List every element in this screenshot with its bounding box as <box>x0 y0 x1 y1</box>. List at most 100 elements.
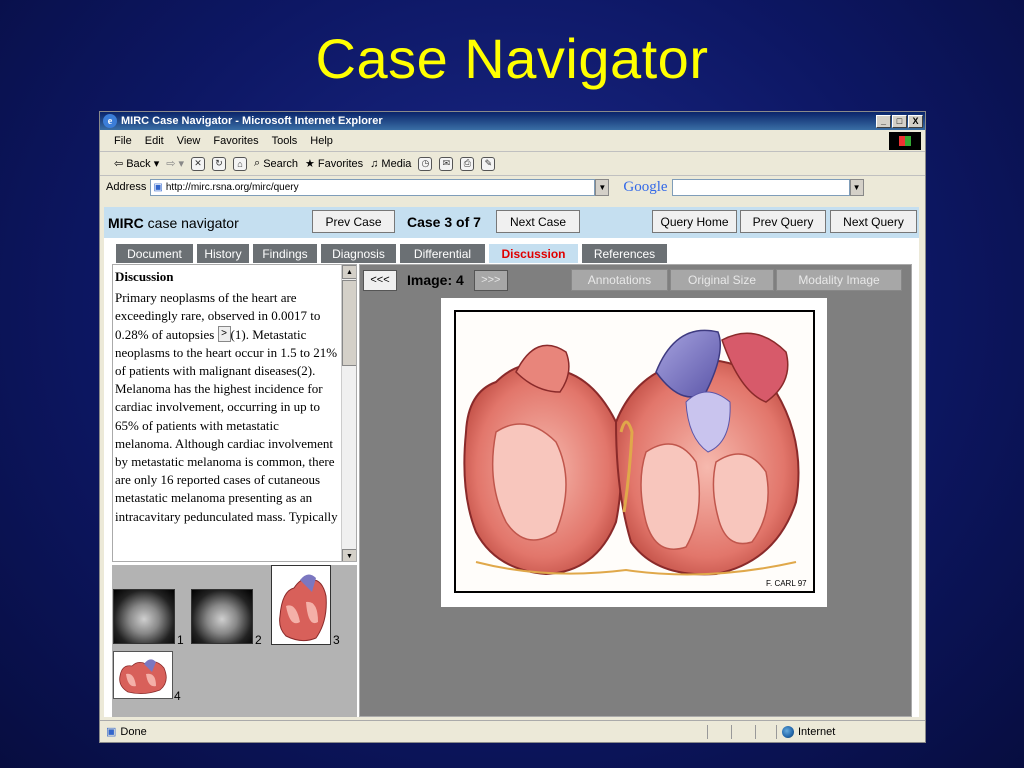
favorites-icon: ★ <box>305 158 315 170</box>
search-button[interactable]: ⌕ Search <box>254 157 298 170</box>
toolbar: ⇦ Back ▾ ⇨ ▾ ✕ ↻ ⌂ ⌕ Search ★ Favorites ♫ Med… <box>100 152 925 176</box>
mirc-logo: MIRC case navigator <box>108 214 239 231</box>
next-case-button[interactable]: Next Case <box>496 210 580 233</box>
heart-illustration-icon: F. CARL 97 <box>463 329 807 588</box>
search-icon: ⌕ <box>254 157 261 169</box>
page-content: MIRC case navigator Prev Case Case 3 of … <box>104 207 919 717</box>
discussion-body-b: (1). Metastatic neoplasms to the heart o… <box>115 326 338 524</box>
thumbnail-2[interactable] <box>191 589 253 644</box>
tab-diagnosis[interactable]: Diagnosis <box>321 244 396 263</box>
window-controls: _ □ X <box>876 114 925 128</box>
next-query-button[interactable]: Next Query <box>830 210 917 233</box>
artist-signature: F. CARL 97 <box>766 579 807 588</box>
dropdown-arrow-icon: ▾ <box>153 158 160 170</box>
reference-link-button[interactable]: > <box>217 325 231 342</box>
heart-thumbnail-icon <box>119 659 167 694</box>
thumbnail-2-number: 2 <box>255 633 262 647</box>
status-text: Done <box>120 725 147 738</box>
prev-case-button[interactable]: Prev Case <box>312 210 395 233</box>
menu-bar: File Edit View Favorites Tools Help <box>100 130 925 152</box>
thumbnail-1[interactable] <box>113 589 175 644</box>
scroll-up-icon[interactable]: ▲ <box>342 265 356 279</box>
page-done-icon: ▣ <box>106 726 117 738</box>
thumbnail-4-number: 4 <box>174 689 181 703</box>
slide-title: Case Navigator <box>315 27 709 90</box>
back-button[interactable]: ⇦ Back ▾ <box>114 157 160 171</box>
google-search-input[interactable] <box>671 178 850 196</box>
status-divider <box>731 725 732 739</box>
thumbnail-4[interactable] <box>113 651 173 699</box>
menu-help[interactable]: Help <box>310 135 333 147</box>
query-home-button[interactable]: Query Home <box>652 210 737 233</box>
address-bar: Address ▣ http://mirc.rsna.org/mirc/query… <box>100 176 925 198</box>
prev-image-button[interactable]: <<< <box>363 269 397 291</box>
zone-label: Internet <box>798 725 836 738</box>
security-zone: Internet <box>782 725 836 738</box>
status-bar: ▣ Done Internet <box>100 720 925 742</box>
minimize-button[interactable]: _ <box>876 114 891 128</box>
menu-edit[interactable]: Edit <box>145 135 164 147</box>
original-size-button[interactable]: Original Size <box>670 269 774 291</box>
window-title: MIRC Case Navigator - Microsoft Internet… <box>121 115 383 127</box>
menu-favorites[interactable]: Favorites <box>213 135 258 147</box>
tab-differential[interactable]: Differential <box>400 244 485 263</box>
status-divider <box>755 725 756 739</box>
address-dropdown-button[interactable]: ▼ <box>595 178 610 196</box>
title-bar: e MIRC Case Navigator - Microsoft Intern… <box>100 112 925 130</box>
tab-history[interactable]: History <box>197 244 249 263</box>
ie-icon: e <box>103 114 117 128</box>
scroll-thumb[interactable] <box>342 280 356 366</box>
favorites-button[interactable]: ★ Favorites <box>305 157 363 171</box>
scroll-down-icon[interactable]: ▼ <box>342 549 356 561</box>
browser-window: e MIRC Case Navigator - Microsoft Intern… <box>99 111 926 743</box>
mail-icon[interactable]: ✉ <box>439 156 454 171</box>
tab-document[interactable]: Document <box>116 244 193 263</box>
google-logo: Google <box>623 178 668 195</box>
windows-logo-icon <box>889 132 921 150</box>
discussion-panel: Discussion Primary neoplasms of the hear… <box>112 264 357 562</box>
heart-thumbnail-icon <box>279 574 327 642</box>
status-divider <box>707 725 708 739</box>
forward-icon[interactable]: ⇨ ▾ <box>166 157 184 170</box>
edit-icon[interactable]: ✎ <box>481 156 496 171</box>
menu-file[interactable]: File <box>114 135 132 147</box>
media-button[interactable]: ♫ Media <box>370 158 411 170</box>
history-icon[interactable]: ◷ <box>418 156 433 171</box>
annotations-button[interactable]: Annotations <box>571 269 668 291</box>
next-image-button[interactable]: >>> <box>473 269 508 291</box>
back-arrow-icon: ⇦ <box>114 158 124 170</box>
maximize-button[interactable]: □ <box>892 114 907 128</box>
thumbnail-3[interactable] <box>271 565 331 645</box>
image-viewer: <<< Image: 4 >>> Annotations Original Si… <box>359 264 912 717</box>
stop-icon[interactable]: ✕ <box>191 156 206 171</box>
menu-view[interactable]: View <box>177 135 201 147</box>
tab-discussion[interactable]: Discussion <box>489 244 578 263</box>
discussion-heading: Discussion <box>115 269 174 284</box>
address-input[interactable]: ▣ http://mirc.rsna.org/mirc/query <box>150 178 596 196</box>
thumbnail-3-number: 3 <box>333 633 340 647</box>
tab-findings[interactable]: Findings <box>253 244 317 263</box>
thumbnail-1-number: 1 <box>177 633 184 647</box>
tab-references[interactable]: References <box>582 244 667 263</box>
modality-image-button[interactable]: Modality Image <box>776 269 902 291</box>
home-icon[interactable]: ⌂ <box>233 156 248 171</box>
globe-icon <box>782 725 794 738</box>
tab-bar: Document History Findings Diagnosis Diff… <box>116 244 667 263</box>
image-label: Image: 4 <box>407 272 464 288</box>
main-image: F. CARL 97 <box>441 298 827 607</box>
mirc-header: MIRC case navigator Prev Case Case 3 of … <box>104 207 919 238</box>
prev-query-button[interactable]: Prev Query <box>740 210 826 233</box>
menu-tools[interactable]: Tools <box>272 135 298 147</box>
discussion-text: Discussion Primary neoplasms of the hear… <box>113 265 356 526</box>
discussion-scrollbar[interactable]: ▲ ▼ <box>341 265 356 561</box>
google-dropdown-button[interactable]: ▼ <box>849 178 864 196</box>
case-counter: Case 3 of 7 <box>407 214 481 230</box>
heart-illustration: F. CARL 97 <box>454 310 815 593</box>
media-icon: ♫ <box>370 157 379 170</box>
thumbnail-panel: 1 2 3 4 <box>112 565 357 717</box>
print-icon[interactable]: ⎙ <box>460 156 475 171</box>
viewer-toolbar: <<< Image: 4 >>> Annotations Original Si… <box>363 269 903 291</box>
close-button[interactable]: X <box>908 114 923 128</box>
refresh-icon[interactable]: ↻ <box>212 156 227 171</box>
address-label: Address <box>106 181 147 193</box>
